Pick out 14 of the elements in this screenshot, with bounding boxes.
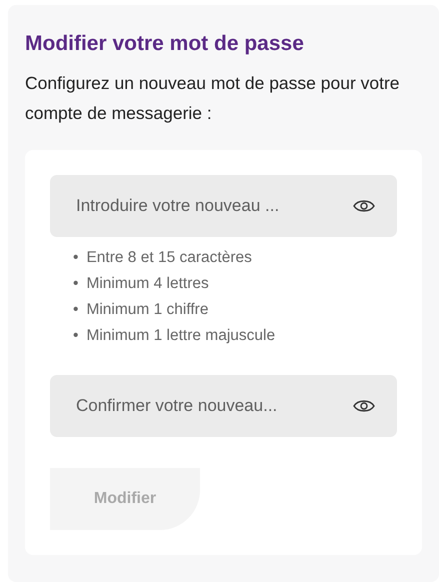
bullet: • <box>73 300 78 320</box>
password-field[interactable]: Confirmer votre nouveau... <box>50 375 397 438</box>
requirement-text: Minimum 1 lettre majuscule <box>86 326 276 346</box>
bullet: • <box>73 248 78 268</box>
eye-icon[interactable] <box>353 399 375 414</box>
requirement-text: Minimum 4 lettres <box>86 274 209 294</box>
password-field[interactable]: Introduire votre nouveau ... <box>50 175 397 238</box>
intro-text: Configurez un nouveau mot de passe pour votre compte de messagerie : <box>25 72 401 126</box>
bullet: • <box>73 274 78 294</box>
requirement-text: Minimum 1 chiffre <box>86 300 208 320</box>
eye-icon[interactable] <box>353 199 375 214</box>
page-title: Modifier votre mot de passe <box>25 31 305 56</box>
bullet: • <box>73 326 78 346</box>
requirement-text: Entre 8 et 15 caractères <box>86 248 252 268</box>
